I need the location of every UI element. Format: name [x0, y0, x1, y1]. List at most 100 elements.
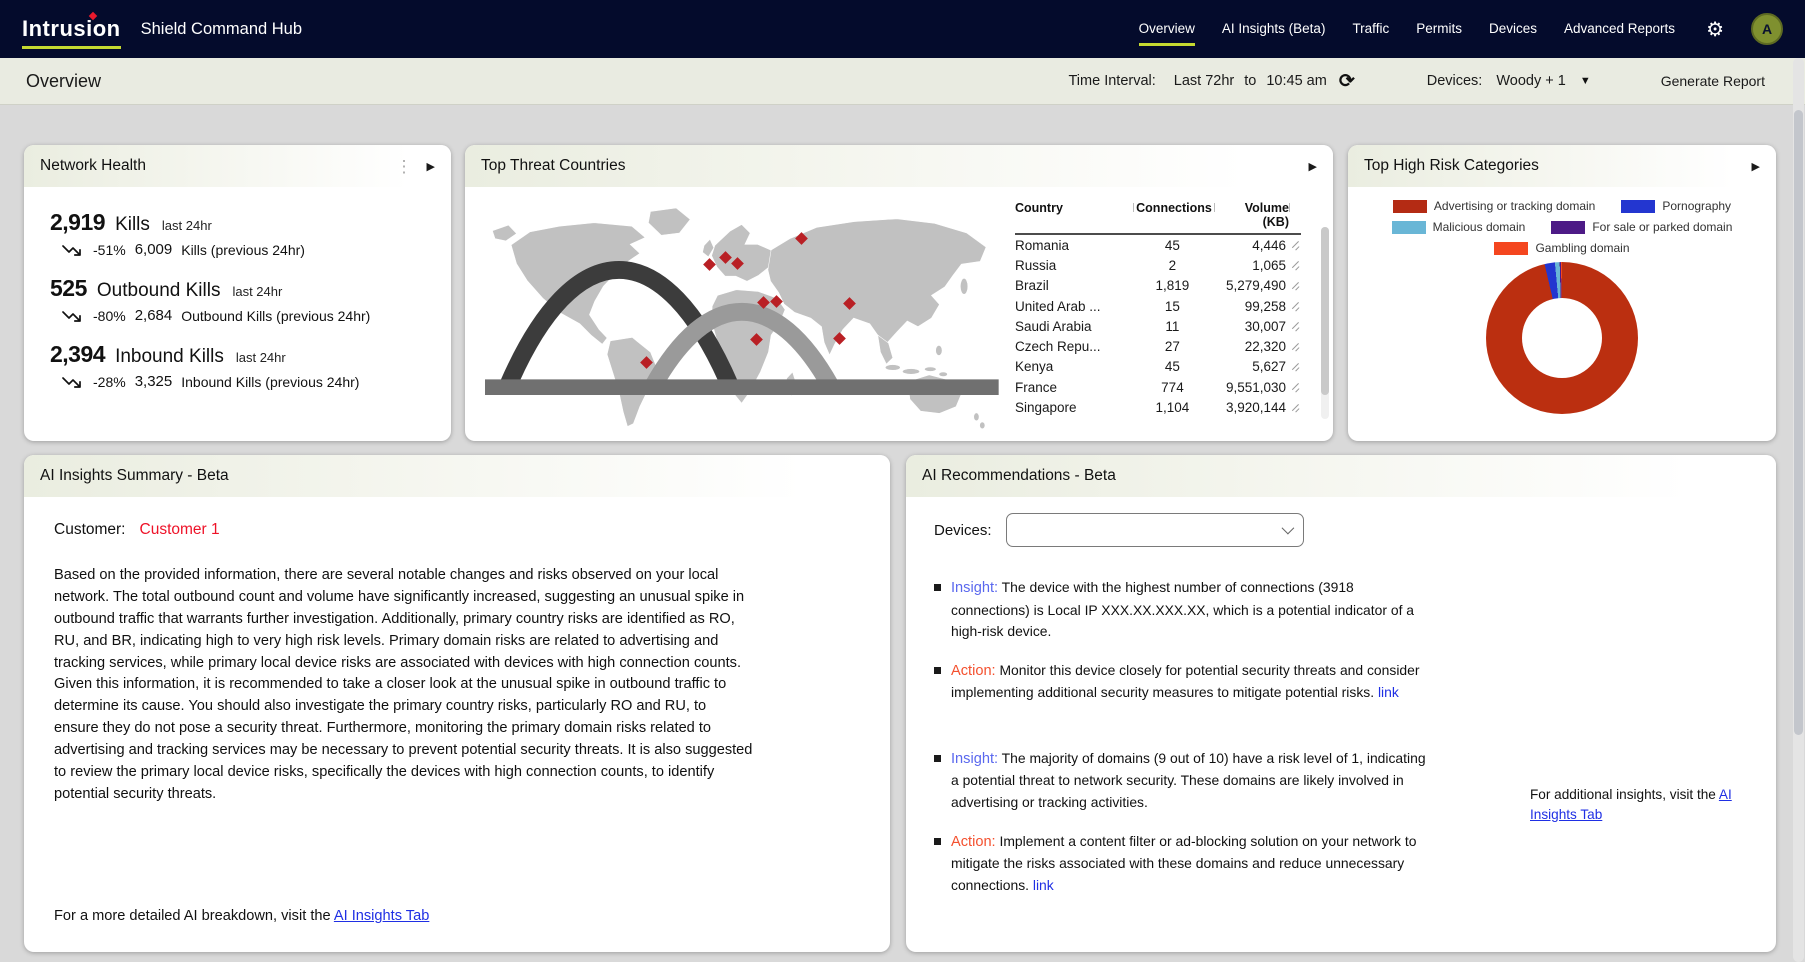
bullet-icon [934, 755, 941, 762]
nav-devices[interactable]: Devices [1489, 21, 1537, 38]
table-row: Romania454,446 [1015, 235, 1301, 255]
kebab-menu-icon[interactable]: ⋮ [396, 158, 413, 175]
expand-arrow-icon[interactable]: ▶ [1309, 160, 1317, 173]
stat-period: last 24hr [232, 284, 282, 299]
avatar-letter: A [1762, 21, 1772, 37]
cell-volume: 3,920,144 [1212, 400, 1286, 415]
ai-summary-header: AI Insights Summary - Beta [24, 455, 890, 497]
cell-connections: 27 [1133, 339, 1213, 354]
ai-recommendations-body: Devices: Insight: The device with the hi… [906, 497, 1776, 952]
legend-swatch [1621, 200, 1655, 213]
legend-item[interactable]: Pornography [1621, 199, 1731, 213]
stat-prev-label: Outbound Kills (previous 24hr) [181, 308, 370, 324]
ai-summary-footer-text: For a more detailed AI breakdown, visit … [54, 908, 334, 924]
col-volume[interactable]: Volume (KB) [1215, 201, 1289, 229]
cell-connections: 15 [1133, 299, 1213, 314]
nav-overview[interactable]: Overview [1139, 21, 1195, 38]
trend-down-icon [62, 375, 84, 389]
stat-value: 525 [50, 275, 87, 302]
page-scrollbar-thumb[interactable] [1794, 110, 1803, 735]
action-label: Action: [951, 834, 996, 850]
stat-label: Outbound Kills [97, 280, 221, 302]
action-item: Action: Monitor this device closely for … [934, 660, 1434, 704]
nav-permits[interactable]: Permits [1416, 21, 1462, 38]
ai-summary-title: AI Insights Summary - Beta [40, 467, 229, 485]
resize-handle-icon[interactable] [1291, 342, 1301, 352]
sub-header: Overview Time Interval: Last 72hr to 10:… [0, 58, 1805, 105]
refresh-icon[interactable]: ⟳ [1339, 70, 1355, 93]
ai-recommendations-header: AI Recommendations - Beta [906, 455, 1776, 497]
action-item: Action: Implement a content filter or ad… [934, 831, 1434, 897]
generate-report-button[interactable]: Generate Report [1661, 73, 1765, 89]
ai-summary-body: Customer: Customer 1 Based on the provid… [24, 497, 890, 952]
threat-countries-title: Top Threat Countries [481, 157, 625, 175]
stat-label: Inbound Kills [115, 346, 224, 368]
stat-prev-label: Kills (previous 24hr) [181, 242, 305, 258]
resize-handle-icon[interactable] [1291, 362, 1301, 372]
trend-down-icon [62, 309, 84, 323]
cell-country: Czech Repu... [1015, 339, 1133, 354]
devices-select[interactable] [1006, 513, 1304, 547]
table-row: Czech Repu...2722,320 [1015, 336, 1301, 356]
column-divider [1289, 203, 1290, 212]
nav-advanced-reports[interactable]: Advanced Reports [1564, 21, 1675, 38]
top-nav: Overview AI Insights (Beta) Traffic Perm… [1139, 13, 1783, 45]
ai-recommendations-card: AI Recommendations - Beta Devices: Insig… [906, 455, 1776, 952]
nav-traffic[interactable]: Traffic [1352, 21, 1389, 38]
devices-caret-icon[interactable]: ▼ [1580, 75, 1591, 87]
app-title: Shield Command Hub [141, 20, 302, 39]
cell-volume: 4,446 [1212, 238, 1286, 253]
resize-handle-icon[interactable] [1291, 321, 1301, 331]
action-link[interactable]: link [1378, 684, 1399, 700]
legend-swatch [1393, 200, 1427, 213]
cell-volume: 9,551,030 [1212, 380, 1286, 395]
resize-handle-icon[interactable] [1291, 240, 1301, 250]
customer-label: Customer: [54, 521, 126, 539]
bullet-icon [934, 584, 941, 591]
stat-inbound-kills: 2,394 Inbound Kills last 24hr -28% 3,325… [50, 341, 425, 390]
legend-label: Malicious domain [1433, 220, 1526, 234]
insight-text: The device with the highest number of co… [951, 579, 1414, 639]
time-range-value: Last 72hr [1174, 73, 1234, 89]
threat-table-header-row: Country Connections Volume (KB) [1015, 201, 1301, 235]
insight-label: Insight: [951, 580, 998, 596]
time-to-word: to [1244, 73, 1256, 89]
avatar[interactable]: A [1751, 13, 1783, 45]
insight-item: Insight: The device with the highest num… [934, 577, 1434, 643]
network-health-body: 2,919 Kills last 24hr -51% 6,009 Kills (… [24, 187, 451, 390]
table-scrollbar-thumb[interactable] [1321, 227, 1329, 395]
page-scrollbar-track [1793, 58, 1804, 962]
resize-handle-icon[interactable] [1291, 382, 1301, 392]
legend-item[interactable]: Gambling domain [1494, 241, 1629, 255]
time-end-value: 10:45 am [1266, 73, 1326, 89]
col-country[interactable]: Country [1015, 201, 1133, 229]
resize-handle-icon[interactable] [1291, 281, 1301, 291]
gear-icon[interactable]: ⚙ [1706, 17, 1724, 42]
intrusion-logo[interactable]: Intrusion [22, 16, 121, 42]
threat-countries-header: Top Threat Countries ▶ [465, 145, 1333, 187]
stat-prev-value: 6,009 [135, 241, 173, 258]
col-connections[interactable]: Connections [1134, 201, 1214, 229]
devices-value[interactable]: Woody + 1 [1496, 73, 1565, 89]
trend-down-icon [62, 243, 84, 257]
legend-swatch [1551, 221, 1585, 234]
legend-item[interactable]: For sale or parked domain [1551, 220, 1732, 234]
legend-item[interactable]: Malicious domain [1392, 220, 1526, 234]
resize-handle-icon[interactable] [1291, 301, 1301, 311]
cell-country: Romania [1015, 238, 1133, 253]
resize-handle-icon[interactable] [1291, 260, 1301, 270]
risk-donut-chart[interactable] [1486, 262, 1638, 414]
insight-item: Insight: The majority of domains (9 out … [934, 748, 1434, 814]
ai-insights-tab-link[interactable]: AI Insights Tab [334, 908, 429, 924]
chevron-down-icon [1281, 522, 1294, 535]
expand-arrow-icon[interactable]: ▶ [427, 160, 435, 173]
nav-ai-insights[interactable]: AI Insights (Beta) [1222, 21, 1326, 38]
cell-volume: 22,320 [1212, 339, 1286, 354]
action-label: Action: [951, 663, 996, 679]
action-link[interactable]: link [1033, 877, 1054, 893]
legend-item[interactable]: Advertising or tracking domain [1393, 199, 1595, 213]
cell-connections: 45 [1133, 359, 1213, 374]
expand-arrow-icon[interactable]: ▶ [1752, 160, 1760, 173]
table-row: Saudi Arabia1130,007 [1015, 316, 1301, 336]
resize-handle-icon[interactable] [1291, 403, 1301, 413]
